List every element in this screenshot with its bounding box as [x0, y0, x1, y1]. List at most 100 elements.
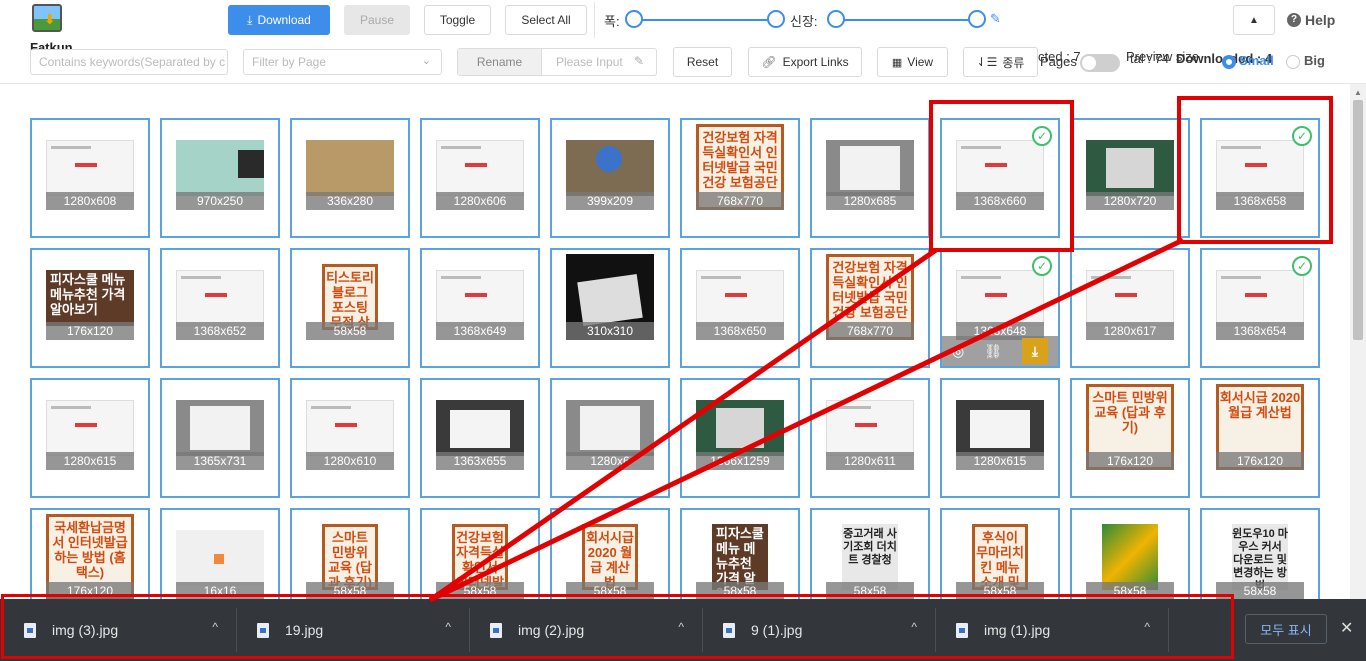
image-thumbnail: 피자스쿨 메뉴 메뉴추천 가격 알아보기 [712, 524, 768, 590]
image-dimensions-label: 1280x685 [826, 192, 914, 210]
height-slider-track[interactable] [836, 19, 977, 21]
image-card[interactable]: 1363x655 [420, 378, 540, 498]
image-dimensions-label: 1368x652 [176, 322, 264, 340]
image-card[interactable]: 회서시급 2020 월급 계산법 176x120 [1200, 378, 1320, 498]
sort-button[interactable]: ⇃☰ 종류 [963, 47, 1038, 77]
image-card[interactable]: 1280x720 [1070, 118, 1190, 238]
pencil-icon: ✎ [633, 54, 644, 68]
image-card[interactable]: 1368x652 [160, 248, 280, 368]
scroll-top-button[interactable]: ▲ [1233, 5, 1275, 35]
image-dimensions-label: 336x280 [306, 192, 394, 210]
image-thumbnail: 윈도우10 마우스 커서 다운로드 및 변경하는 방법 [1232, 524, 1288, 590]
image-thumbnail: 후식이 무마리치킨 메뉴소개 및 가격안내 [972, 524, 1028, 590]
image-dimensions-label: 1365x731 [176, 452, 264, 470]
scroll-up-arrow-icon[interactable]: ▲ [1354, 88, 1362, 97]
width-slider-max-handle[interactable] [767, 10, 785, 28]
export-links-button[interactable]: 🔗︎ Export Links [748, 47, 862, 77]
sort-icon: ⇃☰ [976, 55, 998, 69]
image-card[interactable]: 970x250 [160, 118, 280, 238]
image-thumbnail [176, 530, 264, 586]
image-thumbnail [306, 400, 394, 456]
scrollbar[interactable]: ▲ [1350, 84, 1366, 661]
image-card[interactable]: 1280x685 [810, 118, 930, 238]
image-card[interactable]: 티스토리 블로그 포스팅 무적 상단에 애드센스 광고58x58 [290, 248, 410, 368]
image-card[interactable]: 1368x649 [420, 248, 540, 368]
height-slider-max-handle[interactable] [968, 10, 986, 28]
big-size-label: Big [1304, 53, 1325, 68]
help-link[interactable]: ? Help [1287, 12, 1335, 28]
downloaded-check-icon: ✓ [1292, 256, 1312, 276]
toggle-button[interactable]: Toggle [424, 5, 491, 35]
image-dimensions-label: 1280x610 [306, 452, 394, 470]
image-card[interactable]: 1280x611 [810, 378, 930, 498]
image-thumbnail [46, 140, 134, 196]
image-thumbnail: 스마트 민방위 교육 (답과 후기) [322, 524, 378, 590]
image-card[interactable]: 1368x650 [680, 248, 800, 368]
big-size-radio[interactable] [1286, 55, 1300, 69]
image-card[interactable]: 피자스쿨 메뉴 메뉴추천 가격 알아보기 176x120 [30, 248, 150, 368]
image-dimensions-label: 1366x1259 [696, 452, 784, 470]
download-icon: ⤓ [247, 12, 253, 27]
reset-button[interactable]: Reset [673, 47, 732, 77]
image-thumbnail: 회서시급 2020 월급 계산법 [582, 524, 638, 590]
image-card[interactable]: 1280x6 [550, 378, 670, 498]
pages-label: Pages [1040, 54, 1077, 69]
image-card[interactable]: 1280x617 [1070, 248, 1190, 368]
image-dimensions-label: 768x770 [826, 322, 914, 340]
width-slider-track[interactable] [634, 19, 776, 21]
image-thumbnail [306, 140, 394, 196]
help-icon: ? [1287, 13, 1301, 27]
height-slider-min-handle[interactable] [827, 10, 845, 28]
page-filter-select[interactable]: Filter by Page ⌄ [243, 49, 442, 75]
keyword-filter-input[interactable]: Contains keywords(Separated by c [30, 49, 228, 75]
image-card[interactable]: 1366x1259 [680, 378, 800, 498]
image-dimensions-label: 399x209 [566, 192, 654, 210]
width-slider-min-handle[interactable] [625, 10, 643, 28]
image-dimensions-label: 1280x617 [1086, 322, 1174, 340]
edit-size-icon[interactable]: ✎ [990, 11, 1001, 27]
image-card[interactable]: 1365x731 [160, 378, 280, 498]
image-card[interactable]: 1368x654 ✓ [1200, 248, 1320, 368]
image-dimensions-label: 1280x606 [436, 192, 524, 210]
toolbar: ⬇ Fatkun ⤓ Download Pause Toggle Select A… [0, 0, 1366, 84]
view-image-icon[interactable]: ◎ [952, 343, 964, 360]
show-all-downloads-button[interactable]: 모두 표시 [1245, 614, 1327, 644]
image-card[interactable]: 310x310 [550, 248, 670, 368]
image-dimensions-label: 1280x615 [956, 452, 1044, 470]
image-card[interactable]: 1280x610 [290, 378, 410, 498]
downloaded-check-icon: ✓ [1032, 256, 1052, 276]
image-thumbnail [826, 140, 914, 196]
small-size-radio[interactable] [1222, 55, 1236, 69]
image-card[interactable]: 1280x608 [30, 118, 150, 238]
download-image-icon[interactable]: ⤓ [1022, 338, 1048, 364]
app-logo: ⬇ Fatkun [26, 4, 88, 55]
image-card[interactable]: 건강보험 자격득실확인서 인터넷발급 국민건강 보험공단 768x770 [680, 118, 800, 238]
image-card[interactable]: 336x280 [290, 118, 410, 238]
image-card[interactable]: 건강보험 자격득실확인서 인터넷발급 국민건강 보험공단 768x770 [810, 248, 930, 368]
rename-input[interactable]: Please Input ✎ [542, 49, 656, 75]
image-card[interactable]: 1368x648 ✓ ◎ ⛓ ⤓ [940, 248, 1060, 368]
image-card[interactable]: 399x209 [550, 118, 670, 238]
image-card[interactable]: 스마트 민방위 교육 (답과 후기) 176x120 [1070, 378, 1190, 498]
close-icon[interactable]: ✕ [1340, 618, 1353, 638]
pages-toggle[interactable] [1080, 54, 1120, 72]
download-button[interactable]: ⤓ Download [228, 5, 330, 35]
chevron-down-icon: ⌄ [421, 55, 431, 67]
image-dimensions-label: 1368x650 [696, 322, 784, 340]
image-thumbnail [1086, 270, 1174, 326]
logo-icon: ⬇ [32, 4, 62, 32]
select-all-button[interactable]: Select All [505, 5, 587, 35]
scrollbar-thumb[interactable] [1353, 100, 1363, 340]
image-card[interactable]: 1280x606 [420, 118, 540, 238]
image-dimensions-label: 1368x654 [1216, 322, 1304, 340]
rename-button[interactable]: Rename [458, 49, 542, 75]
pause-button[interactable]: Pause [344, 5, 410, 35]
image-card[interactable]: 1280x615 [940, 378, 1060, 498]
caret-up-icon: ▲ [1249, 14, 1259, 26]
image-thumbnail [436, 400, 524, 456]
image-dimensions-label: 1280x720 [1086, 192, 1174, 210]
image-card[interactable]: 1280x615 [30, 378, 150, 498]
copy-link-icon[interactable]: ⛓ [984, 343, 1002, 360]
view-button[interactable]: ▦ View [877, 47, 948, 77]
image-dimensions-label: 1280x615 [46, 452, 134, 470]
